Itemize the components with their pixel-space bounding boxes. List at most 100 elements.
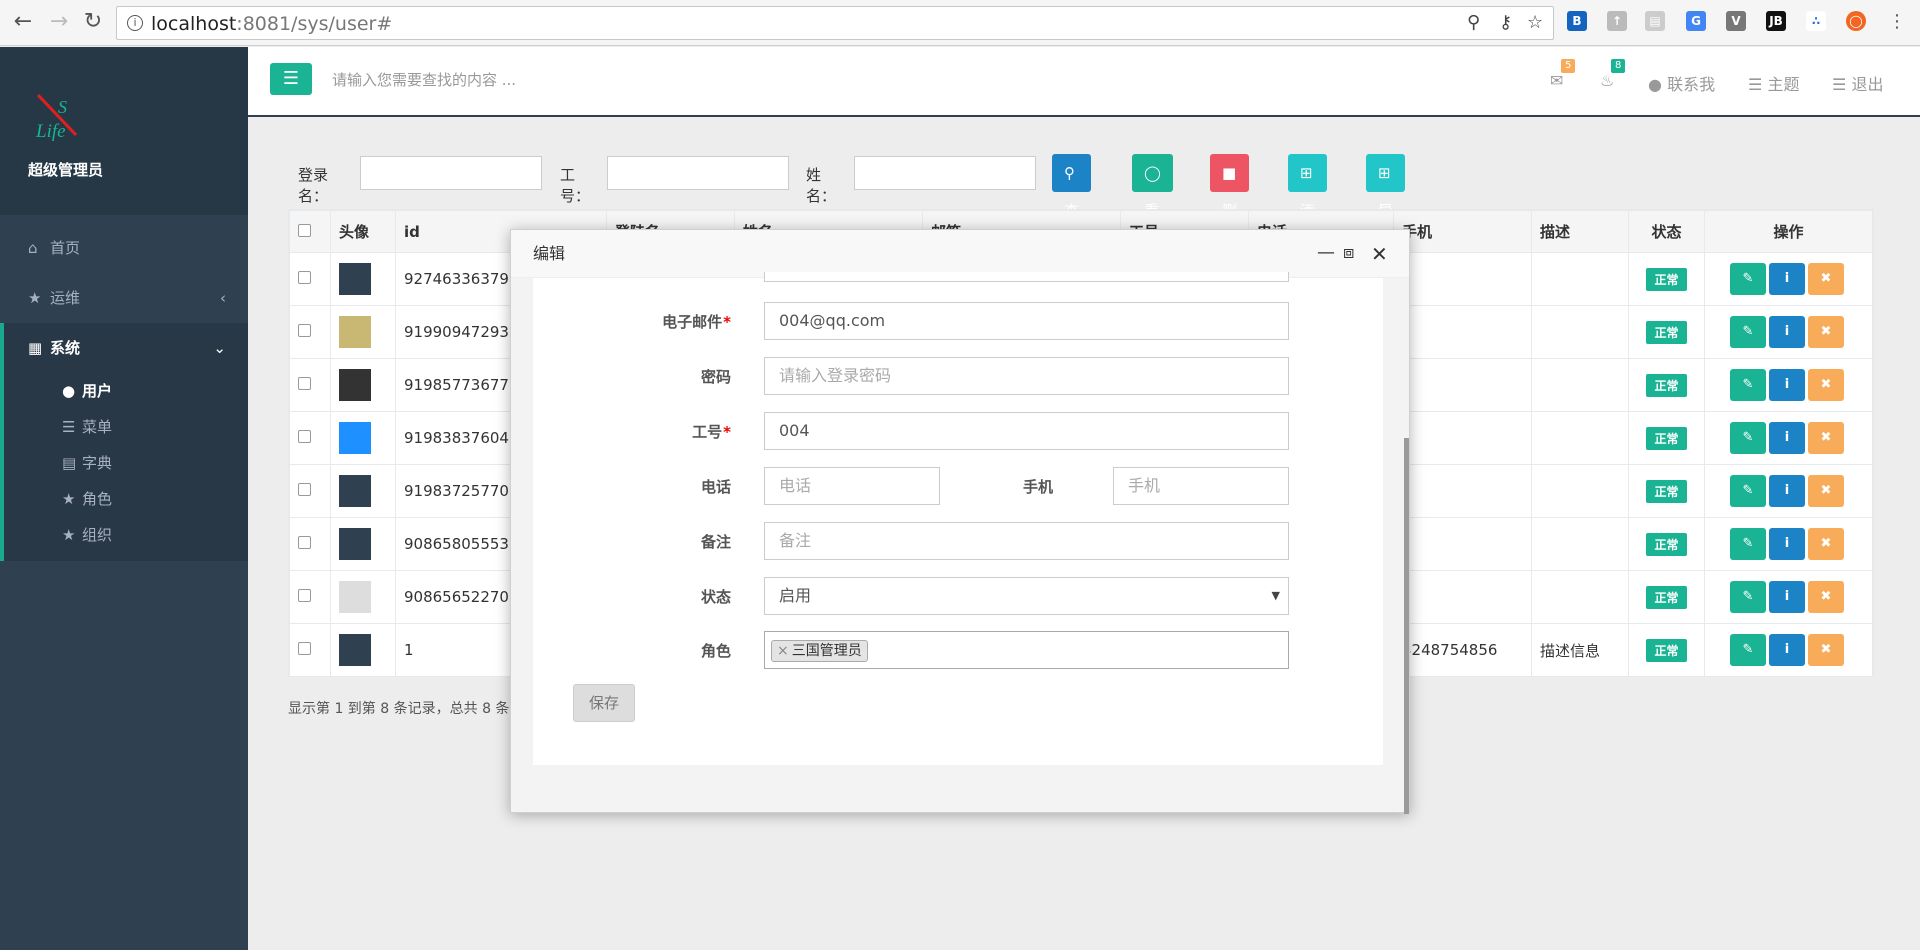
- remove-button[interactable]: ✖: [1808, 581, 1844, 613]
- notification-button[interactable]: ♨ 8: [1600, 59, 1626, 90]
- col-header-mobile[interactable]: 手机: [1393, 210, 1532, 253]
- sidebar-item-label: 菜单: [82, 418, 113, 436]
- remove-button[interactable]: ✖: [1808, 634, 1844, 666]
- remark-field[interactable]: 备注: [764, 522, 1289, 560]
- role-tag-label: 三国管理员: [791, 643, 862, 659]
- extension-upload-icon[interactable]: ↑: [1607, 11, 1627, 31]
- remove-button[interactable]: ✖: [1808, 263, 1844, 295]
- sidebar-item-system[interactable]: ▦ 系统 ⌄: [0, 323, 248, 373]
- row-checkbox[interactable]: [298, 589, 311, 602]
- edit-button[interactable]: ✎: [1730, 422, 1766, 454]
- save-button[interactable]: 保存: [573, 684, 635, 722]
- row-checkbox[interactable]: [298, 271, 311, 284]
- extension-layout-icon[interactable]: ▤: [1645, 11, 1665, 31]
- remove-button[interactable]: ✖: [1808, 475, 1844, 507]
- workno-input[interactable]: [607, 156, 789, 190]
- edit-button[interactable]: ✎: [1730, 634, 1766, 666]
- maximize-icon[interactable]: ⧈: [1343, 242, 1354, 263]
- info-button[interactable]: i: [1769, 369, 1805, 401]
- dialog-scrollbar[interactable]: [1404, 438, 1409, 814]
- row-checkbox[interactable]: [298, 324, 311, 337]
- mobile-field[interactable]: 手机: [1113, 467, 1289, 505]
- reset-button[interactable]: ◯重置: [1132, 154, 1173, 258]
- theme-link[interactable]: ☰ 主题: [1748, 71, 1799, 95]
- sidebar-item-menu[interactable]: ☰ 菜单: [4, 409, 248, 445]
- back-icon[interactable]: ←: [10, 9, 36, 35]
- edit-button[interactable]: ✎: [1730, 369, 1766, 401]
- bookmark-star-icon[interactable]: ☆: [1527, 12, 1543, 33]
- sidebar-item-home[interactable]: ⌂ 首页: [0, 223, 248, 273]
- export-button[interactable]: ⊞导出: [1366, 154, 1406, 258]
- row-checkbox[interactable]: [298, 483, 311, 496]
- remove-button[interactable]: ✖: [1808, 422, 1844, 454]
- role-tag[interactable]: × 三国管理员: [771, 640, 868, 662]
- extension-translate-icon[interactable]: G: [1686, 11, 1706, 31]
- top-search-input[interactable]: 请输入您需要查找的内容 ...: [332, 69, 516, 90]
- login-name-input[interactable]: [360, 156, 542, 190]
- status-badge: 正常: [1646, 585, 1687, 609]
- query-button[interactable]: ⚲查询: [1052, 154, 1092, 258]
- info-button[interactable]: i: [1769, 634, 1805, 666]
- password-field[interactable]: 请输入登录密码: [764, 357, 1289, 395]
- extension-ring-icon[interactable]: ◯: [1846, 11, 1866, 31]
- minimize-icon[interactable]: —: [1317, 242, 1335, 263]
- email-field[interactable]: 004@qq.com: [764, 302, 1289, 340]
- info-button[interactable]: i: [1769, 475, 1805, 507]
- admin-name[interactable]: 超级管理员: [28, 159, 103, 180]
- select-all-checkbox[interactable]: [298, 223, 311, 237]
- edit-button[interactable]: ✎: [1730, 475, 1766, 507]
- extension-b-icon[interactable]: B: [1567, 11, 1587, 31]
- zoom-icon[interactable]: ⚲: [1467, 12, 1480, 33]
- remove-button[interactable]: ✖: [1808, 316, 1844, 348]
- extension-v-icon[interactable]: V: [1726, 11, 1746, 31]
- info-button[interactable]: i: [1769, 528, 1805, 560]
- sidebar-item-user[interactable]: ● 用户: [4, 373, 248, 409]
- col-header-status[interactable]: 状态: [1628, 210, 1705, 253]
- mail-count-badge: 5: [1561, 59, 1576, 73]
- status-select[interactable]: 启用 ▼: [764, 577, 1289, 615]
- edit-button[interactable]: ✎: [1730, 528, 1766, 560]
- info-button[interactable]: i: [1769, 263, 1805, 295]
- logout-link[interactable]: ☰ 退出: [1832, 71, 1883, 95]
- menu-toggle-button[interactable]: ☰: [270, 63, 312, 95]
- extension-dots-icon[interactable]: ∴: [1806, 11, 1826, 31]
- row-checkbox[interactable]: [298, 536, 311, 549]
- info-icon: i: [1784, 377, 1790, 392]
- sidebar-item-org[interactable]: ★ 组织: [4, 517, 248, 553]
- info-button[interactable]: i: [1769, 581, 1805, 613]
- row-checkbox[interactable]: [298, 642, 311, 655]
- info-button[interactable]: i: [1769, 316, 1805, 348]
- reload-icon[interactable]: ↻: [80, 9, 106, 35]
- sidebar-item-dict[interactable]: ▤ 字典: [4, 445, 248, 481]
- close-icon[interactable]: ✕: [1371, 242, 1388, 266]
- contact-link[interactable]: ● 联系我: [1648, 71, 1715, 95]
- edit-button[interactable]: ✎: [1730, 263, 1766, 295]
- address-bar[interactable]: i localhost:8081/sys/user# ⚲ ⚷ ☆: [116, 6, 1554, 40]
- row-checkbox[interactable]: [298, 377, 311, 390]
- menu-dots-icon[interactable]: ⋮: [1884, 9, 1910, 35]
- workno-field[interactable]: 004: [764, 412, 1289, 450]
- sidebar-item-role[interactable]: ★ 角色: [4, 481, 248, 517]
- extension-jb-icon[interactable]: JB: [1766, 11, 1786, 31]
- sidebar-item-ops[interactable]: ★ 运维 ‹: [0, 273, 248, 323]
- workno-label: 工号：: [560, 166, 591, 205]
- edit-button[interactable]: ✎: [1730, 316, 1766, 348]
- mail-button[interactable]: ✉ 5: [1550, 59, 1576, 90]
- remove-button[interactable]: ✖: [1808, 528, 1844, 560]
- forward-icon[interactable]: →: [46, 9, 72, 35]
- login-name-field-partial[interactable]: [764, 272, 1289, 282]
- delete-button[interactable]: ■删除: [1210, 154, 1250, 258]
- name-input[interactable]: [854, 156, 1036, 190]
- remove-tag-icon[interactable]: ×: [777, 643, 789, 659]
- info-icon[interactable]: i: [127, 15, 143, 31]
- key-icon[interactable]: ⚷: [1499, 12, 1512, 33]
- role-multiselect[interactable]: × 三国管理员: [764, 631, 1289, 669]
- col-header-desc[interactable]: 描述: [1531, 210, 1629, 253]
- remove-button[interactable]: ✖: [1808, 369, 1844, 401]
- status-badge: 正常: [1646, 479, 1687, 503]
- col-header-avatar[interactable]: 头像: [330, 210, 396, 253]
- edit-button[interactable]: ✎: [1730, 581, 1766, 613]
- row-checkbox[interactable]: [298, 430, 311, 443]
- info-button[interactable]: i: [1769, 422, 1805, 454]
- add-button[interactable]: ⊞添加: [1288, 154, 1328, 258]
